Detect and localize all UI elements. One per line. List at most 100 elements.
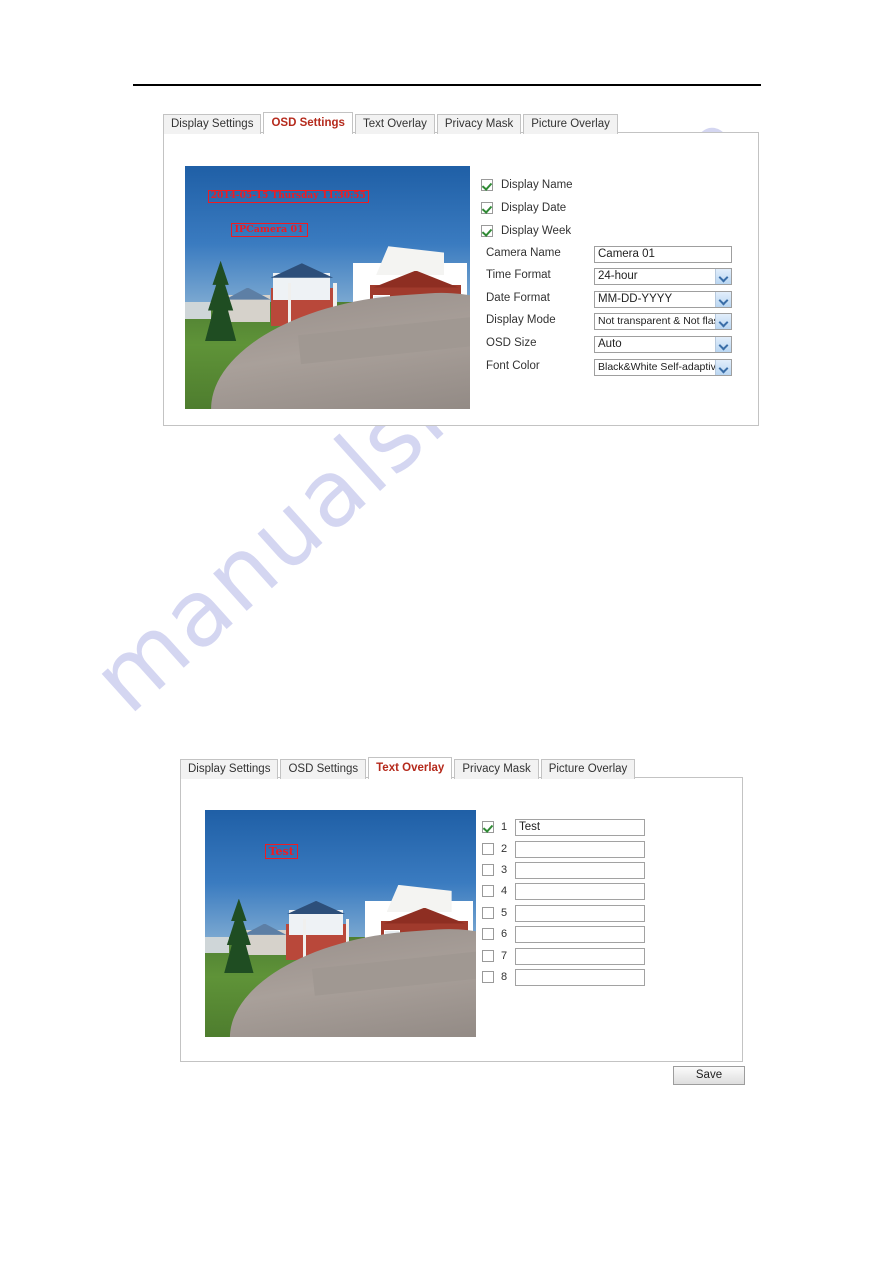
text-overlay-row-8[interactable]: 8 xyxy=(482,968,645,986)
field-row-font-color: Font Color Black&White Self-adaptive xyxy=(486,359,736,377)
tab-label: Text Overlay xyxy=(376,762,445,774)
text-overlay-row-5[interactable]: 5 xyxy=(482,904,645,922)
label-osd-size: OSD Size xyxy=(486,337,537,349)
input-text-overlay-4[interactable] xyxy=(515,882,645,900)
save-button[interactable]: Save xyxy=(673,1066,745,1085)
input-text-overlay-7[interactable] xyxy=(515,947,645,965)
field-row-camera-name: Camera Name Camera 01 xyxy=(486,246,736,264)
select-time-format[interactable]: 24-hour xyxy=(594,268,732,285)
tab-label: Picture Overlay xyxy=(548,763,628,775)
camera-preview-osd[interactable]: 2014-05-15 Thursday 11:30:55 IPCamera 01 xyxy=(185,166,470,409)
field-row-date-format: Date Format MM-DD-YYYY xyxy=(486,291,736,309)
chevron-down-icon[interactable] xyxy=(715,337,731,352)
tab-privacy-mask[interactable]: Privacy Mask xyxy=(436,114,522,134)
checkbox-display-name[interactable] xyxy=(481,179,493,191)
chevron-down-icon[interactable] xyxy=(715,292,731,307)
tab-display-settings[interactable]: Display Settings xyxy=(163,114,262,134)
text-overlay-row-4[interactable]: 4 xyxy=(482,882,645,900)
tab-strip-text-overlay: Display Settings OSD Settings Text Overl… xyxy=(180,757,743,779)
osd-settings-panel: Display Settings OSD Settings Text Overl… xyxy=(163,112,759,426)
text-overlay-preview-label[interactable]: Test xyxy=(264,844,298,860)
tab-strip-osd: Display Settings OSD Settings Text Overl… xyxy=(163,112,759,134)
text-overlay-row-7[interactable]: 7 xyxy=(482,947,645,965)
tab-label: Privacy Mask xyxy=(462,763,531,775)
checkbox-text-overlay-1[interactable] xyxy=(482,821,494,833)
checkbox-display-week[interactable] xyxy=(481,225,493,237)
input-text-overlay-3[interactable] xyxy=(515,861,645,879)
label-date-format: Date Format xyxy=(486,292,550,304)
input-text-overlay-6[interactable] xyxy=(515,925,645,943)
input-text-overlay-8[interactable] xyxy=(515,968,645,986)
select-value: 24-hour xyxy=(598,270,638,282)
row-number: 4 xyxy=(501,885,508,897)
input-text-overlay-5[interactable] xyxy=(515,904,645,922)
tab-picture-overlay[interactable]: Picture Overlay xyxy=(523,114,618,134)
tab-osd-settings-2[interactable]: OSD Settings xyxy=(280,759,367,779)
field-row-osd-size: OSD Size Auto xyxy=(486,336,736,354)
tab-picture-overlay-2[interactable]: Picture Overlay xyxy=(540,759,636,779)
tab-privacy-mask-2[interactable]: Privacy Mask xyxy=(454,759,539,779)
select-value: Black&White Self-adaptive xyxy=(598,361,722,373)
text-overlay-row-1[interactable]: 1 Test xyxy=(482,818,645,836)
label-font-color: Font Color xyxy=(486,360,540,372)
osd-cameraname-overlay[interactable]: IPCamera 01 xyxy=(230,223,308,237)
osd-datetime-overlay[interactable]: 2014-05-15 Thursday 11:30:55 xyxy=(207,190,369,204)
field-row-time-format: Time Format 24-hour xyxy=(486,268,736,286)
checkbox-text-overlay-7[interactable] xyxy=(482,950,494,962)
select-value: Auto xyxy=(598,338,622,350)
chevron-down-icon[interactable] xyxy=(715,269,731,284)
row-number: 2 xyxy=(501,843,508,855)
label-display-mode: Display Mode xyxy=(486,314,556,326)
tab-label: Text Overlay xyxy=(362,118,427,130)
tab-text-overlay[interactable]: Text Overlay xyxy=(354,114,435,134)
input-camera-name[interactable]: Camera 01 xyxy=(594,246,732,263)
row-number: 8 xyxy=(501,971,508,983)
checkbox-text-overlay-2[interactable] xyxy=(482,843,494,855)
checkbox-display-date[interactable] xyxy=(481,202,493,214)
checkbox-row-display-name[interactable]: Display Name xyxy=(481,177,573,193)
tab-label: OSD Settings xyxy=(288,763,359,775)
tab-label: Picture Overlay xyxy=(531,118,610,130)
text-overlay-panel: Display Settings OSD Settings Text Overl… xyxy=(180,757,743,1062)
checkbox-row-display-week[interactable]: Display Week xyxy=(481,223,571,239)
row-number: 5 xyxy=(501,907,508,919)
header-divider xyxy=(133,84,761,86)
osd-settings-body: 2014-05-15 Thursday 11:30:55 IPCamera 01… xyxy=(163,132,759,426)
select-value: MM-DD-YYYY xyxy=(598,293,673,305)
checkbox-text-overlay-4[interactable] xyxy=(482,885,494,897)
checkbox-row-display-date[interactable]: Display Date xyxy=(481,200,566,216)
house-far xyxy=(185,302,211,320)
label-time-format: Time Format xyxy=(486,269,551,281)
text-overlay-row-3[interactable]: 3 xyxy=(482,861,645,879)
text-overlay-body: Test 1 Test 2 3 4 5 6 7 8 xyxy=(180,777,743,1062)
select-value: Not transparent & Not flash xyxy=(598,315,725,327)
select-date-format[interactable]: MM-DD-YYYY xyxy=(594,291,732,308)
row-number: 7 xyxy=(501,950,508,962)
camera-preview-text-overlay[interactable]: Test xyxy=(205,810,476,1037)
text-overlay-row-6[interactable]: 6 xyxy=(482,925,645,943)
house-far xyxy=(205,937,230,954)
select-osd-size[interactable]: Auto xyxy=(594,336,732,353)
checkbox-label: Display Week xyxy=(501,225,572,237)
tab-display-settings-2[interactable]: Display Settings xyxy=(180,759,279,779)
tab-label: Display Settings xyxy=(188,763,271,775)
chevron-down-icon[interactable] xyxy=(715,314,731,329)
tab-osd-settings[interactable]: OSD Settings xyxy=(263,112,353,134)
field-row-display-mode: Display Mode Not transparent & Not flash xyxy=(486,313,736,331)
tab-label: Privacy Mask xyxy=(444,118,514,130)
checkbox-text-overlay-3[interactable] xyxy=(482,864,494,876)
input-text-overlay-1[interactable]: Test xyxy=(515,818,645,836)
label-camera-name: Camera Name xyxy=(486,247,561,259)
input-text-overlay-2[interactable] xyxy=(515,840,645,858)
tab-text-overlay-2[interactable]: Text Overlay xyxy=(368,757,453,779)
chevron-down-icon[interactable] xyxy=(715,360,731,375)
checkbox-text-overlay-6[interactable] xyxy=(482,928,494,940)
select-display-mode[interactable]: Not transparent & Not flash xyxy=(594,313,732,330)
checkbox-text-overlay-5[interactable] xyxy=(482,907,494,919)
row-number: 3 xyxy=(501,864,508,876)
text-overlay-row-2[interactable]: 2 xyxy=(482,840,645,858)
checkbox-text-overlay-8[interactable] xyxy=(482,971,494,983)
checkbox-label: Display Name xyxy=(501,179,573,191)
tab-label: Display Settings xyxy=(171,118,254,130)
select-font-color[interactable]: Black&White Self-adaptive xyxy=(594,359,732,376)
